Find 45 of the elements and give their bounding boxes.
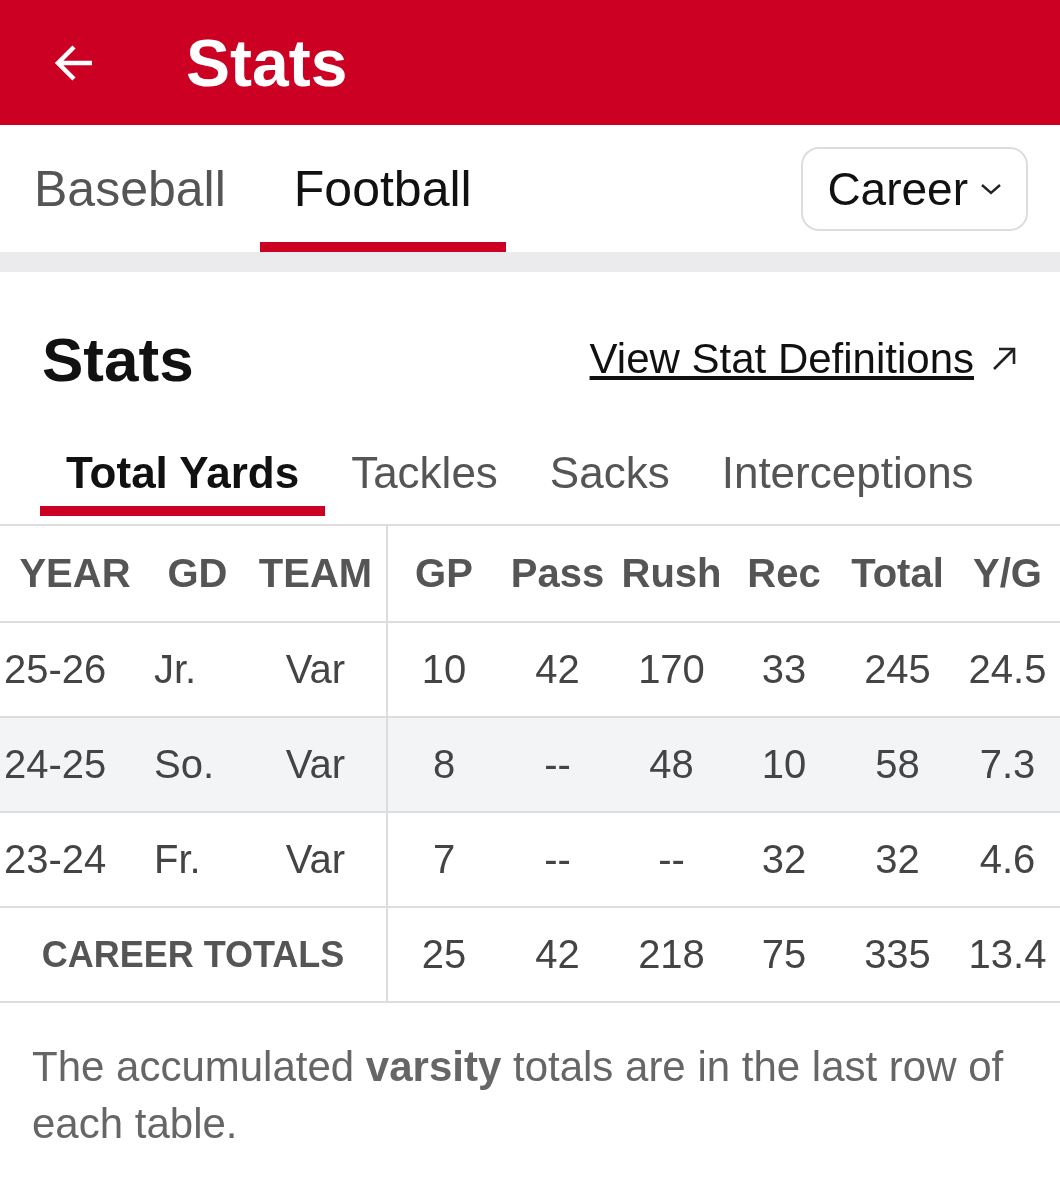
totals-label: CAREER TOTALS bbox=[0, 907, 387, 1002]
table-cell: 42 bbox=[500, 907, 615, 1002]
column-header: Rec bbox=[728, 525, 840, 622]
column-header: Total bbox=[840, 525, 955, 622]
stat-tab[interactable]: Interceptions bbox=[695, 444, 1000, 516]
table-cell: Fr. bbox=[150, 812, 245, 907]
header-title: Stats bbox=[186, 24, 348, 101]
stat-tab[interactable]: Total Yards bbox=[40, 444, 326, 516]
table-cell: -- bbox=[500, 812, 615, 907]
table-cell: 25 bbox=[387, 907, 500, 1002]
table-cell: 58 bbox=[840, 717, 955, 812]
stat-definitions-link[interactable]: View Stat Definitions bbox=[589, 335, 974, 383]
column-header: YEAR bbox=[0, 525, 150, 622]
chevron-down-icon bbox=[980, 182, 1002, 195]
column-header: GP bbox=[387, 525, 500, 622]
column-header: TEAM bbox=[245, 525, 387, 622]
table-cell: 218 bbox=[615, 907, 728, 1002]
section-title: Stats bbox=[42, 323, 195, 395]
table-cell: 23-24 bbox=[0, 812, 150, 907]
career-dropdown[interactable]: Career bbox=[801, 146, 1028, 231]
table-cell: 32 bbox=[840, 812, 955, 907]
table-cell: So. bbox=[150, 717, 245, 812]
table-cell: 48 bbox=[615, 717, 728, 812]
stat-tab[interactable]: Tackles bbox=[325, 444, 524, 516]
table-cell: Var bbox=[245, 812, 387, 907]
table-cell: 4.6 bbox=[955, 812, 1060, 907]
sport-tab[interactable]: Baseball bbox=[0, 125, 260, 252]
table-cell: 24-25 bbox=[0, 717, 150, 812]
table-cell: 32 bbox=[728, 812, 840, 907]
table-cell: 7 bbox=[387, 812, 500, 907]
column-header: Rush bbox=[615, 525, 728, 622]
footnote: The accumulated varsity totals are in the last row of each table. bbox=[32, 1042, 1005, 1149]
table-cell: 75 bbox=[728, 907, 840, 1002]
table-cell: 7.3 bbox=[955, 717, 1060, 812]
column-header: Pass bbox=[500, 525, 615, 622]
table-cell: 8 bbox=[387, 717, 500, 812]
table-cell: 10 bbox=[728, 717, 840, 812]
column-header: GD bbox=[150, 525, 245, 622]
table-cell: -- bbox=[615, 812, 728, 907]
column-header: Y/G bbox=[955, 525, 1060, 622]
table-cell: 13.4 bbox=[955, 907, 1060, 1002]
stat-tab[interactable]: Sacks bbox=[523, 444, 696, 516]
table-cell: -- bbox=[500, 717, 615, 812]
table-cell: Var bbox=[245, 717, 387, 812]
table-cell: 335 bbox=[840, 907, 955, 1002]
